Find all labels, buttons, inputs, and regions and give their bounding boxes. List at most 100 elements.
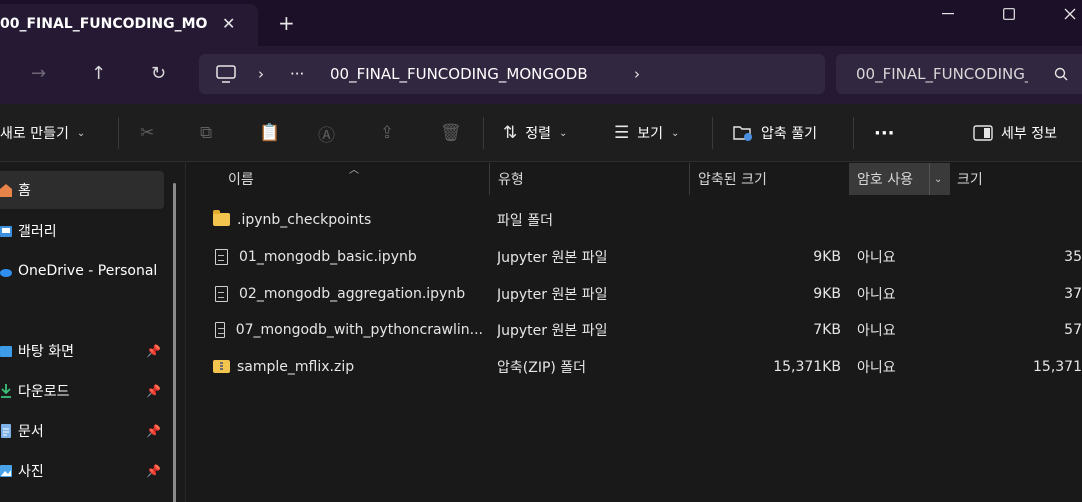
pin-icon[interactable]: 📌	[146, 384, 161, 398]
extract-all-button[interactable]: 압축 풀기	[733, 104, 817, 162]
file-icon	[215, 248, 228, 265]
details-pane-button[interactable]: 세부 정보	[973, 104, 1057, 162]
minimize-icon	[942, 13, 954, 15]
column-type-label: 유형	[498, 172, 524, 188]
search-icon[interactable]	[1054, 67, 1068, 81]
navigation-pane: 홈 갤러리 OneDrive - Personal 바탕 화면 📌 다운로드 📌…	[0, 163, 186, 502]
home-icon	[0, 184, 12, 197]
view-button[interactable]: ☰ 보기 ⌄	[614, 104, 679, 162]
pictures-icon	[0, 465, 12, 477]
column-header-size[interactable]: 크기	[957, 163, 1077, 195]
search-input[interactable]: 00_FINAL_FUNCODING_MONGODB	[856, 65, 1028, 83]
copy-button[interactable]: ⧉	[200, 104, 212, 162]
file-icon	[215, 285, 228, 302]
extract-folder-icon	[733, 126, 752, 141]
sidebar-item-documents[interactable]: 문서 📌	[0, 412, 164, 450]
chevron-down-icon: ⌄	[671, 127, 680, 139]
chevron-down-icon: ⌄	[76, 127, 86, 139]
chevron-right-icon[interactable]: ›	[634, 65, 640, 83]
cut-button[interactable]: ✂	[140, 104, 154, 162]
search-box[interactable]: 00_FINAL_FUNCODING_MONGODB	[836, 54, 1082, 94]
copy-icon: ⧉	[200, 123, 213, 143]
password-cell: 아니요	[857, 359, 896, 376]
paste-button[interactable]: 📋	[259, 104, 280, 162]
pin-icon[interactable]: 📌	[146, 344, 161, 358]
sidebar-scrollbar[interactable]	[173, 183, 176, 502]
chevron-right-icon[interactable]: ›	[258, 65, 264, 83]
extract-label: 압축 풀기	[761, 126, 817, 142]
sort-button[interactable]: ⇅ 정렬 ⌄	[503, 104, 567, 162]
cut-icon: ✂	[140, 123, 155, 143]
column-divider[interactable]	[489, 163, 490, 195]
navigation-bar: → ↑ ↻ › ··· 00_FINAL_FUNCODING_MONGODB ›…	[0, 46, 1082, 104]
chevron-down-icon[interactable]: ⌄	[934, 174, 942, 185]
table-row[interactable]: 01_mongodb_basic.ipynb Jupyter 원본 파일 9KB…	[188, 238, 1082, 275]
view-label: 보기	[637, 126, 664, 142]
breadcrumb-current[interactable]: 00_FINAL_FUNCODING_MONGODB	[330, 65, 588, 83]
column-compressed-label: 압축된 크기	[698, 172, 767, 188]
pin-icon[interactable]: 📌	[146, 464, 161, 478]
share-button[interactable]: ⇪	[380, 104, 394, 162]
delete-button[interactable]: 🗑	[440, 104, 462, 162]
rename-button[interactable]: Ⓐ	[318, 104, 335, 162]
toolbar-divider	[118, 117, 119, 149]
sidebar-item-onedrive[interactable]: OneDrive - Personal	[0, 252, 164, 290]
refresh-icon[interactable]: ↻	[151, 64, 166, 84]
up-icon[interactable]: ↑	[91, 64, 106, 84]
pin-icon[interactable]: 📌	[146, 424, 161, 438]
password-cell: 아니요	[857, 286, 896, 303]
details-pane-icon	[973, 125, 993, 141]
column-divider[interactable]	[949, 163, 950, 195]
details-label: 세부 정보	[1001, 126, 1057, 142]
toolbar-divider	[712, 117, 713, 149]
file-type-cell: Jupyter 원본 파일	[497, 249, 608, 266]
sidebar-item-downloads[interactable]: 다운로드 📌	[0, 372, 164, 410]
tab-close-icon[interactable]: ✕	[222, 14, 235, 33]
file-type-cell: Jupyter 원본 파일	[497, 286, 608, 303]
tab[interactable]: 00_FINAL_FUNCODING_MONGODB ✕	[0, 4, 258, 46]
column-header-password[interactable]: 암호 사용 ⌄	[849, 163, 949, 195]
column-header-type[interactable]: 유형	[498, 163, 688, 195]
table-row[interactable]: .ipynb_checkpoints 파일 폴더	[188, 201, 1082, 238]
address-bar[interactable]: › ··· 00_FINAL_FUNCODING_MONGODB ›	[199, 54, 825, 94]
table-row[interactable]: 02_mongodb_aggregation.ipynb Jupyter 원본 …	[188, 275, 1082, 312]
sidebar-item-home[interactable]: 홈	[0, 171, 164, 209]
command-bar: 새로 만들기 ⌄ ✂ ⧉ 📋 Ⓐ ⇪ 🗑 ⇅ 정렬 ⌄ ☰ 보기 ⌄ 압축 풀기…	[0, 104, 1082, 162]
minimize-button[interactable]	[928, 2, 968, 26]
paste-icon: 📋	[259, 123, 281, 143]
sort-icon: ⇅	[503, 123, 518, 143]
sidebar-item-pictures[interactable]: 사진 📌	[0, 452, 164, 490]
more-options-button[interactable]: ···	[874, 104, 895, 162]
compressed-size-cell: 9KB	[813, 248, 841, 265]
forward-icon[interactable]: →	[31, 64, 46, 84]
file-type-cell: 압축(ZIP) 폴더	[497, 359, 587, 376]
maximize-button[interactable]	[989, 2, 1029, 26]
column-header-compressed-size[interactable]: 압축된 크기	[698, 163, 848, 195]
compressed-size-cell: 15,371KB	[773, 358, 841, 375]
breadcrumb-more[interactable]: ···	[290, 65, 304, 83]
sidebar-item-desktop[interactable]: 바탕 화면 📌	[0, 332, 164, 370]
column-size-label: 크기	[957, 172, 983, 188]
file-name-cell: 07_mongodb_with_pythoncrawlin...	[213, 311, 483, 348]
new-button[interactable]: 새로 만들기 ⌄	[0, 104, 85, 162]
more-icon: ···	[874, 122, 895, 144]
download-icon	[1, 384, 11, 398]
file-name-cell: 02_mongodb_aggregation.ipynb	[213, 275, 483, 312]
close-icon	[1064, 8, 1076, 20]
gallery-icon	[0, 226, 12, 237]
sidebar-item-label: 홈	[18, 183, 31, 199]
table-row[interactable]: 07_mongodb_with_pythoncrawlin... Jupyter…	[188, 311, 1082, 348]
new-tab-icon[interactable]: +	[278, 11, 295, 35]
close-window-button[interactable]	[1050, 2, 1082, 26]
folder-icon	[213, 210, 230, 226]
column-divider[interactable]	[689, 163, 690, 195]
cloud-icon	[0, 269, 12, 277]
toolbar-divider	[483, 117, 484, 149]
this-pc-icon[interactable]	[216, 65, 236, 83]
table-row[interactable]: sample_mflix.zip 압축(ZIP) 폴더 15,371KB 아니요…	[188, 348, 1082, 385]
file-name: .ipynb_checkpoints	[237, 211, 372, 228]
trash-icon: 🗑	[440, 123, 462, 143]
sidebar-item-label: 사진	[18, 464, 44, 480]
sidebar-item-gallery[interactable]: 갤러리	[0, 212, 164, 250]
file-name: 01_mongodb_basic.ipynb	[239, 248, 417, 265]
